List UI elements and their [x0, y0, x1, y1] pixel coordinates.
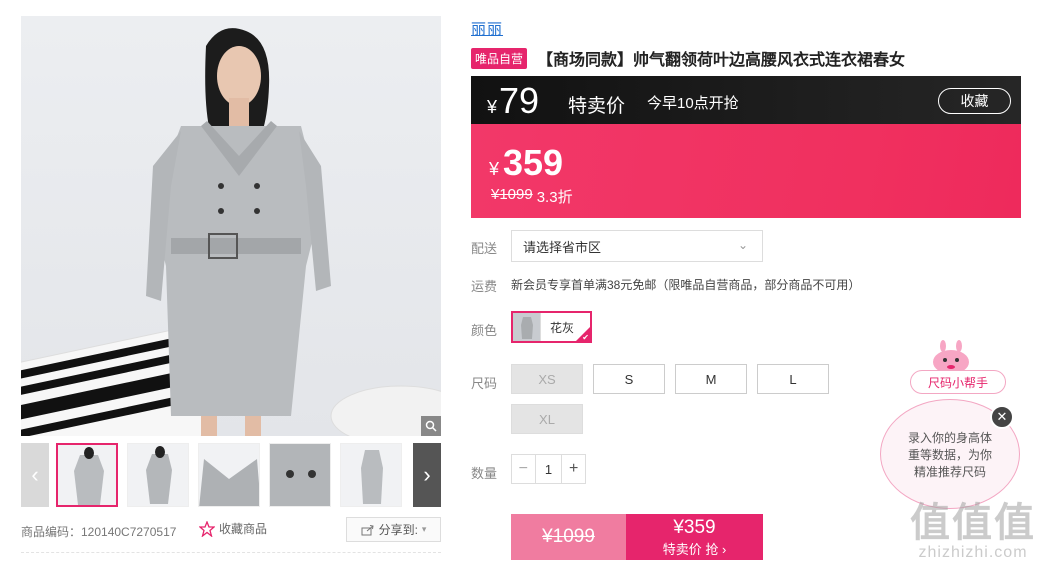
size-helper-tag[interactable]: 尺码小帮手 — [910, 370, 1006, 394]
watermark-url: zhizhizhi.com — [918, 544, 1028, 561]
quantity-plus-button[interactable]: + — [561, 455, 585, 483]
size-label: 尺码 — [471, 376, 498, 391]
favorite-label: 收藏商品 — [219, 522, 268, 536]
share-icon — [361, 524, 374, 535]
flash-time: 今早10点开抢 — [647, 95, 739, 112]
freight-text: 新会员专享首单满38元免邮（限唯品自营商品，部分商品不可用） — [511, 278, 861, 292]
buy-price: ¥359 — [673, 517, 716, 538]
thumbnail-5[interactable] — [340, 443, 402, 507]
size-option-m[interactable]: M — [675, 364, 747, 394]
freight-label: 运费 — [471, 279, 498, 294]
thumbnail-3[interactable] — [198, 443, 260, 507]
color-label: 颜色 — [471, 323, 498, 338]
favorite-button[interactable]: 收藏商品 — [199, 520, 267, 537]
caret-down-icon: ▾ — [421, 524, 427, 534]
quantity-input[interactable]: 1 — [536, 455, 562, 483]
flash-sale-bar: ¥ 79 特卖价 今早10点开抢 收藏 — [471, 76, 1021, 124]
share-button[interactable]: 分享到: ▾ — [346, 517, 441, 542]
flash-price: ¥ 79 — [487, 80, 539, 122]
sale-price: ¥ 359 — [489, 142, 563, 184]
thumb-next-button[interactable]: › — [413, 443, 441, 507]
product-title: 【商场同款】帅气翻领荷叶边高腰风衣式连衣裙春女 — [537, 52, 906, 69]
chevron-left-icon: ‹ — [31, 462, 39, 487]
star-icon — [199, 520, 215, 537]
quantity-stepper: − 1 + — [511, 454, 586, 484]
thumbnail-2[interactable] — [127, 443, 189, 507]
thumbnail-4[interactable] — [269, 443, 331, 507]
gallery-divider — [21, 552, 441, 553]
original-price-row: ¥1099 3.3折 — [491, 186, 573, 207]
close-icon[interactable]: ✕ — [990, 405, 1014, 429]
quantity-label: 数量 — [471, 466, 498, 481]
region-select[interactable]: 请选择省市区 ⌄ — [511, 230, 763, 262]
flash-currency: ¥ — [487, 97, 498, 117]
original-price-button[interactable]: ¥1099 — [511, 514, 626, 560]
zoom-icon[interactable] — [421, 416, 441, 436]
buy-button[interactable]: ¥359 特卖价 抢 › — [626, 514, 763, 560]
region-select-value: 请选择省市区 — [523, 239, 602, 255]
delivery-label: 配送 — [471, 241, 498, 256]
check-icon: ✔ — [582, 333, 589, 342]
color-option-selected[interactable]: 花灰 ✔ — [511, 311, 592, 343]
size-option-l[interactable]: L — [757, 364, 829, 394]
model-illustration — [21, 28, 441, 436]
brand-link[interactable]: 丽丽 — [471, 18, 503, 39]
title-row: 唯品自营 【商场同款】帅气翻领荷叶边高腰风衣式连衣裙春女 — [471, 46, 905, 70]
product-code: 商品编码：120140C7270517 — [21, 525, 177, 539]
thumbnail-strip: ‹ › — [21, 443, 441, 507]
color-name: 花灰 — [550, 320, 575, 335]
buy-sub-label: 特卖价 抢 › — [662, 542, 727, 557]
collect-button[interactable]: 收藏 — [938, 88, 1011, 114]
bubble-line-2: 重等数据，为你 — [907, 448, 992, 462]
watermark-logo: 值值值 — [910, 501, 1036, 545]
sale-price-value: 359 — [503, 142, 564, 183]
watermark: 值值值 zhizhizhi.com — [898, 490, 1048, 562]
thumb-prev-button[interactable]: ‹ — [21, 443, 49, 507]
flash-price-value: 79 — [499, 80, 540, 121]
share-label: 分享到: — [378, 523, 418, 537]
self-operated-badge: 唯品自营 — [471, 47, 528, 69]
price-bar: ¥ 359 ¥1099 3.3折 — [471, 124, 1021, 218]
bubble-line-1: 录入你的身高体 — [907, 431, 992, 445]
chevron-right-icon: › — [423, 462, 431, 487]
color-swatch — [513, 313, 541, 341]
size-option-xl[interactable]: XL — [511, 404, 583, 434]
size-option-xs[interactable]: XS — [511, 364, 583, 394]
gallery-meta: 商品编码：120140C7270517 收藏商品 分享到: ▾ — [21, 517, 441, 543]
quantity-minus-button[interactable]: − — [512, 455, 536, 483]
main-product-image[interactable] — [21, 16, 441, 436]
sale-currency: ¥ — [489, 159, 500, 179]
bubble-line-3: 精准推荐尺码 — [913, 465, 986, 479]
thumbnail-1[interactable] — [56, 443, 118, 507]
original-price: ¥1099 — [491, 186, 533, 203]
discount-label: 3.3折 — [536, 189, 573, 206]
size-option-s[interactable]: S — [593, 364, 665, 394]
flash-label: 特卖价 — [568, 96, 626, 117]
chevron-down-icon: ⌄ — [737, 238, 748, 252]
